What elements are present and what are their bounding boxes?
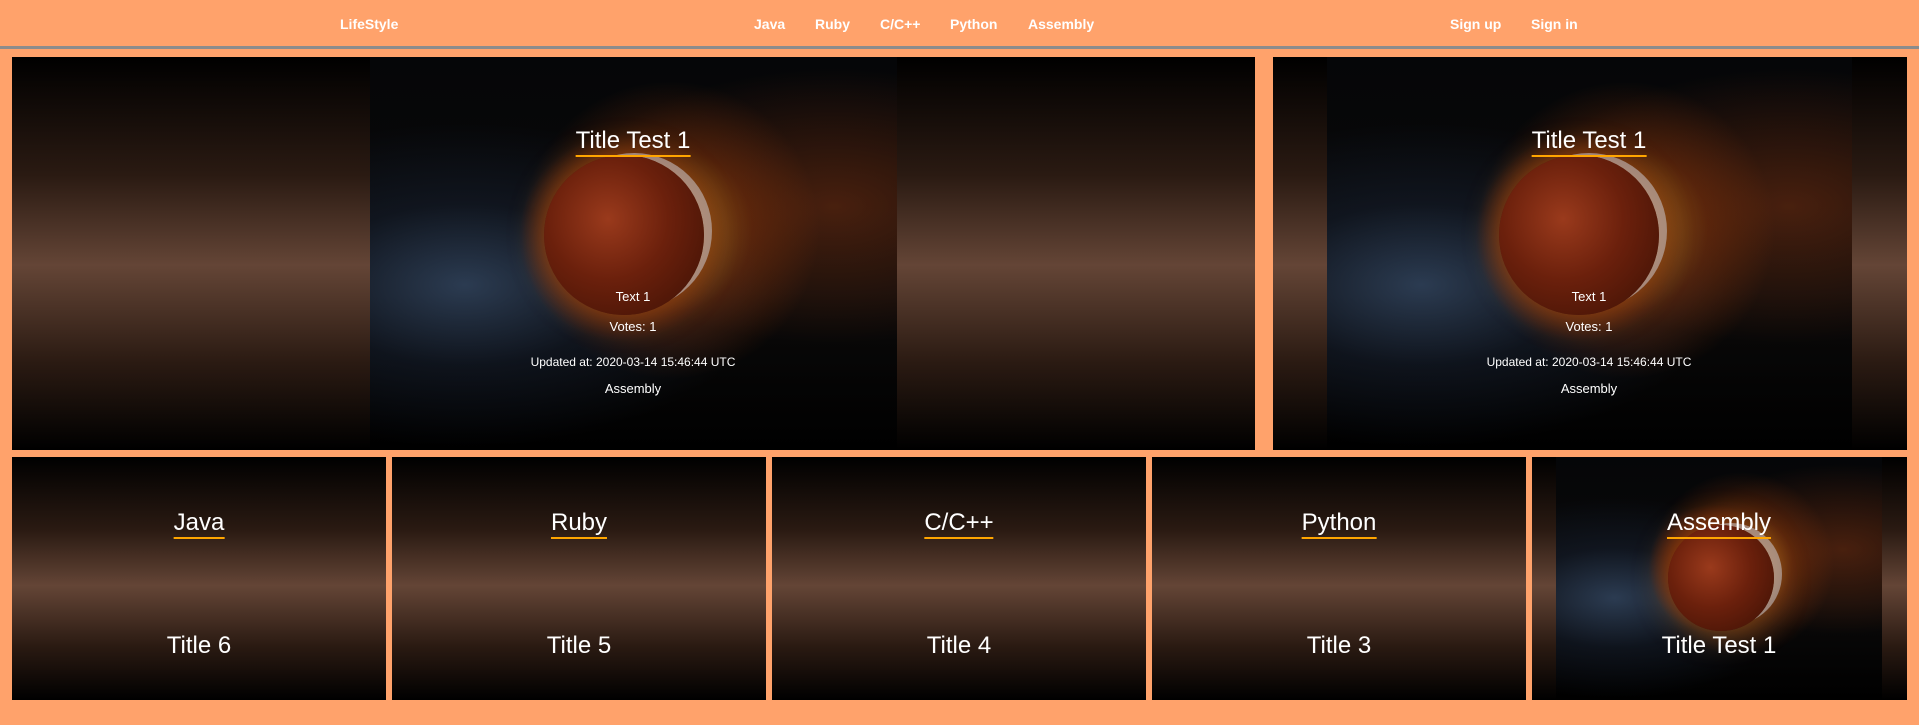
nav-link-assembly[interactable]: Assembly bbox=[1028, 0, 1094, 49]
article-title-link[interactable]: Title Test 1 bbox=[1531, 127, 1647, 157]
category-latest-title[interactable]: Title 4 bbox=[927, 632, 991, 660]
featured-article-card-secondary[interactable]: Title Test 1 Text 1 Votes: 1 Updated at:… bbox=[1273, 57, 1907, 450]
article-updated-at: Updated at: 2020-03-14 15:46:44 UTC bbox=[530, 355, 736, 369]
nav-link-ruby[interactable]: Ruby bbox=[815, 0, 850, 49]
article-text: Text 1 bbox=[1571, 289, 1607, 304]
category-latest-title[interactable]: Title 6 bbox=[167, 632, 231, 660]
article-updated-at: Updated at: 2020-03-14 15:46:44 UTC bbox=[1486, 355, 1692, 369]
article-text: Text 1 bbox=[615, 289, 651, 304]
article-votes: Votes: 1 bbox=[1565, 319, 1613, 334]
nav-link-python[interactable]: Python bbox=[950, 0, 997, 49]
signin-link[interactable]: Sign in bbox=[1531, 0, 1578, 49]
category-card-ruby[interactable]: Ruby Title 5 bbox=[392, 457, 766, 700]
eclipse-moon bbox=[1668, 525, 1774, 631]
article-votes: Votes: 1 bbox=[609, 319, 657, 334]
category-image bbox=[1556, 457, 1882, 700]
article-title-link[interactable]: Title Test 1 bbox=[575, 127, 691, 157]
category-link[interactable]: Assembly bbox=[1666, 509, 1772, 539]
article-category: Assembly bbox=[1560, 381, 1618, 396]
category-card-java[interactable]: Java Title 6 bbox=[12, 457, 386, 700]
nav-link-java[interactable]: Java bbox=[754, 0, 785, 49]
featured-article-card[interactable]: Title Test 1 Text 1 Votes: 1 Updated at:… bbox=[12, 57, 1255, 450]
category-link[interactable]: C/C++ bbox=[924, 509, 994, 539]
category-link[interactable]: Ruby bbox=[550, 509, 608, 539]
category-card-assembly[interactable]: Assembly Title Test 1 bbox=[1532, 457, 1907, 700]
signup-link[interactable]: Sign up bbox=[1450, 0, 1501, 49]
category-link[interactable]: Python bbox=[1301, 509, 1377, 539]
category-latest-title[interactable]: Title Test 1 bbox=[1662, 632, 1777, 660]
category-card-cpp[interactable]: C/C++ Title 4 bbox=[772, 457, 1146, 700]
category-latest-title[interactable]: Title 5 bbox=[547, 632, 611, 660]
category-latest-title[interactable]: Title 3 bbox=[1307, 632, 1371, 660]
navbar: LifeStyle Java Ruby C/C++ Python Assembl… bbox=[0, 0, 1919, 49]
category-link[interactable]: Java bbox=[173, 509, 225, 539]
article-category: Assembly bbox=[604, 381, 662, 396]
brand-link[interactable]: LifeStyle bbox=[340, 0, 398, 49]
category-card-python[interactable]: Python Title 3 bbox=[1152, 457, 1526, 700]
nav-link-cpp[interactable]: C/C++ bbox=[880, 0, 920, 49]
